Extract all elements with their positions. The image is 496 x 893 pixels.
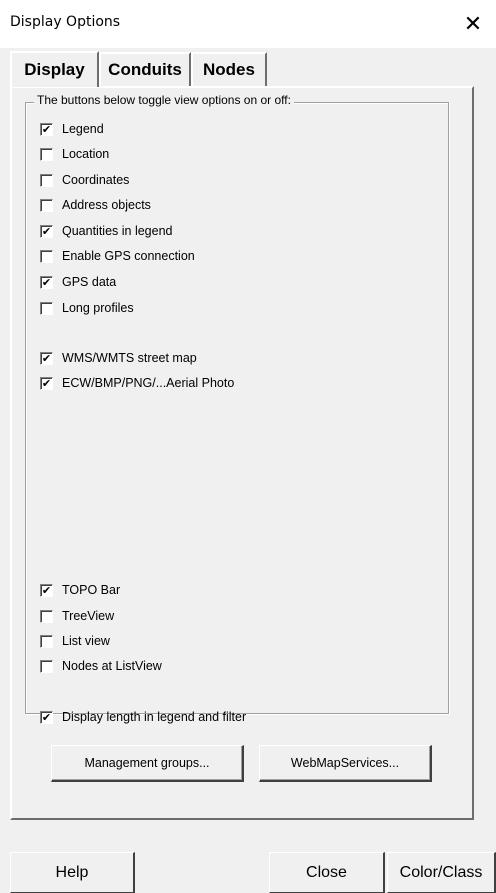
checkbox-box[interactable] <box>40 634 53 648</box>
checkbox-label: Location <box>62 147 110 161</box>
checkbox-list-view[interactable]: List view <box>40 632 110 650</box>
checkbox-label: TOPO Bar <box>62 583 121 597</box>
checkbox-label: WMS/WMTS street map <box>62 351 197 365</box>
checkbox-box[interactable]: ✔ <box>40 122 53 136</box>
webmapservices-button[interactable]: WebMapServices... <box>259 745 432 782</box>
checkbox-label: Enable GPS connection <box>62 249 195 263</box>
checkbox-box[interactable] <box>40 198 53 212</box>
checkbox-label: Quantities in legend <box>62 224 173 238</box>
checkbox-label: Display length in legend and filter <box>62 710 247 724</box>
checkbox-box[interactable] <box>40 147 53 161</box>
checkbox-box[interactable]: ✔ <box>40 583 53 597</box>
checkbox-label: Address objects <box>62 198 151 212</box>
checkbox-box[interactable] <box>40 301 53 315</box>
tab-conduits[interactable]: Conduits <box>99 52 191 86</box>
checkbox-label: GPS data <box>62 275 117 289</box>
management-groups-button[interactable]: Management groups... <box>51 745 244 782</box>
window-title: Display Options <box>10 14 121 30</box>
checkbox-long-profiles[interactable]: Long profiles <box>40 299 134 317</box>
checkbox-box[interactable]: ✔ <box>40 376 53 390</box>
tab-display[interactable]: Display <box>10 51 99 87</box>
checkbox-wms-street-map[interactable]: ✔ WMS/WMTS street map <box>40 349 197 367</box>
checkbox-box[interactable] <box>40 173 53 187</box>
checkbox-label: Coordinates <box>62 173 130 187</box>
checkbox-gps-data[interactable]: ✔ GPS data <box>40 273 116 291</box>
checkbox-treeview[interactable]: TreeView <box>40 607 114 625</box>
checkbox-label: ECW/BMP/PNG/...Aerial Photo <box>62 376 235 390</box>
checkbox-label: TreeView <box>62 609 115 623</box>
checkbox-box[interactable]: ✔ <box>40 710 53 724</box>
checkbox-display-length[interactable]: ✔ Display length in legend and filter <box>40 708 246 726</box>
tab-nodes[interactable]: Nodes <box>191 52 267 86</box>
color-class-button[interactable]: Color/Class <box>387 852 496 893</box>
tab-strip: Display Conduits Nodes <box>10 51 486 87</box>
checkbox-quantities-in-legend[interactable]: ✔ Quantities in legend <box>40 222 173 240</box>
checkbox-box[interactable]: ✔ <box>40 275 53 289</box>
checkbox-label: Nodes at ListView <box>62 659 162 673</box>
checkbox-topo-bar[interactable]: ✔ TOPO Bar <box>40 581 120 599</box>
title-bar: Display Options ✕ <box>0 0 496 48</box>
checkbox-nodes-at-listview[interactable]: Nodes at ListView <box>40 657 162 675</box>
checkbox-legend[interactable]: ✔ Legend <box>40 120 104 138</box>
close-button[interactable]: Close <box>269 852 385 893</box>
groupbox-caption: The buttons below toggle view options on… <box>34 93 294 107</box>
checkbox-box[interactable] <box>40 249 53 263</box>
checkbox-box[interactable]: ✔ <box>40 351 53 365</box>
checkbox-aerial-photo[interactable]: ✔ ECW/BMP/PNG/...Aerial Photo <box>40 374 234 392</box>
checkbox-location[interactable]: Location <box>40 145 109 163</box>
checkbox-box[interactable] <box>40 609 53 623</box>
checkbox-enable-gps[interactable]: Enable GPS connection <box>40 247 195 265</box>
checkbox-box[interactable] <box>40 659 53 673</box>
close-icon[interactable]: ✕ <box>450 0 496 48</box>
checkbox-coordinates[interactable]: Coordinates <box>40 171 129 189</box>
checkbox-label: List view <box>62 634 110 648</box>
help-button[interactable]: Help <box>10 852 135 893</box>
checkbox-label: Legend <box>62 122 104 136</box>
checkbox-box[interactable]: ✔ <box>40 224 53 238</box>
checkbox-address-objects[interactable]: Address objects <box>40 196 151 214</box>
checkbox-label: Long profiles <box>62 301 134 315</box>
